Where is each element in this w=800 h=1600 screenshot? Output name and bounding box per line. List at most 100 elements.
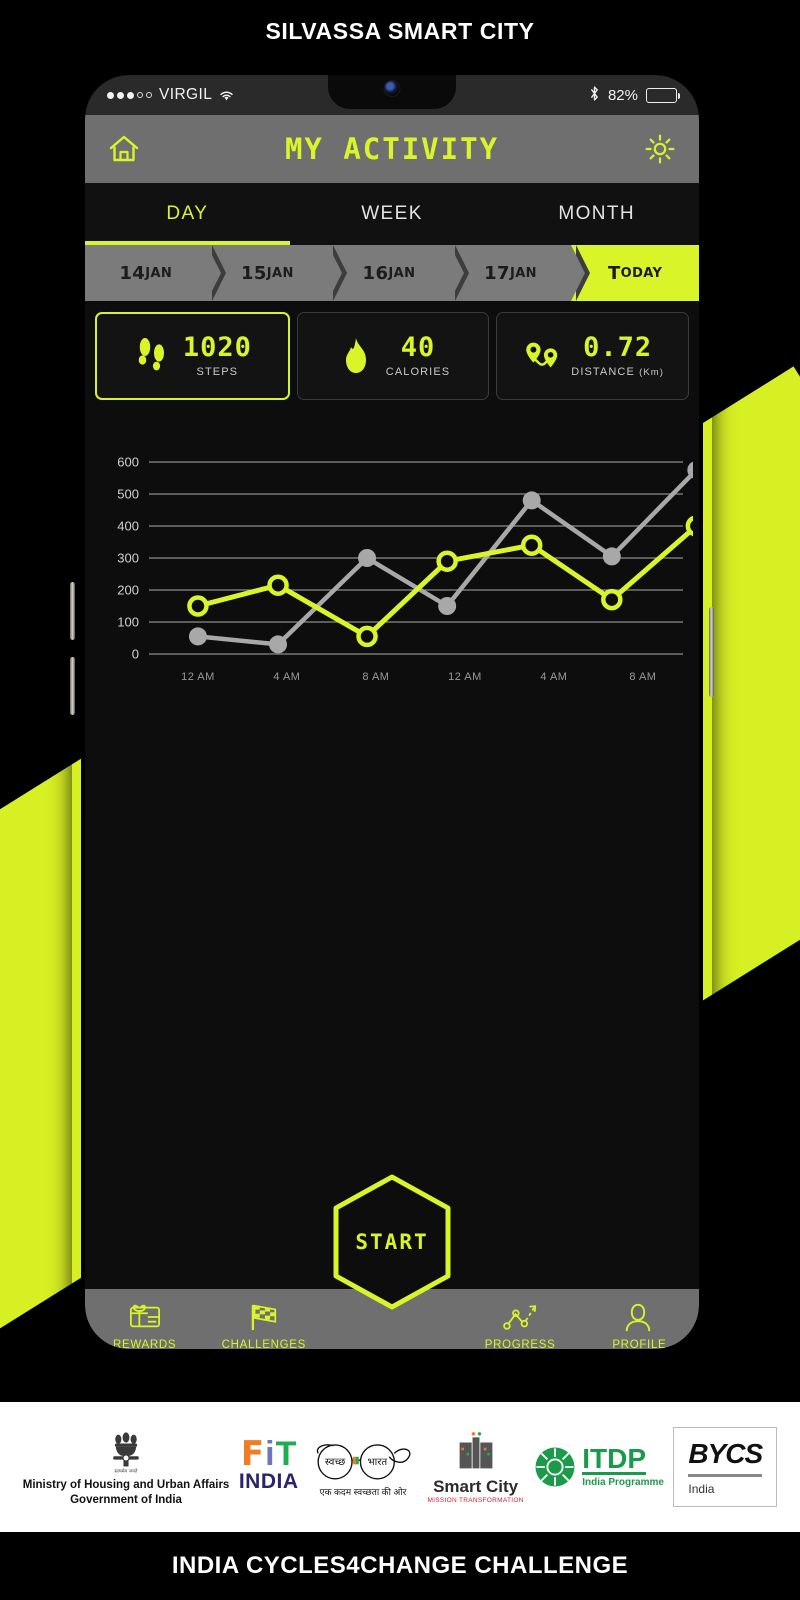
y-axis-tick: 500: [117, 487, 139, 502]
carrier-label: VIRGIL: [159, 86, 213, 103]
data-point-steps-yellow: [356, 625, 378, 648]
itdp-mark-icon: [535, 1447, 575, 1487]
tab-day[interactable]: DAY: [85, 183, 290, 245]
date-chip-today[interactable]: Today: [571, 245, 699, 301]
fit-india-logo: F i T INDIA: [238, 1435, 299, 1494]
bycs-logo: BYCS India: [673, 1427, 778, 1507]
y-axis-tick: 300: [117, 551, 139, 566]
stat-card-calories[interactable]: 40 CALORIES: [296, 312, 490, 400]
wifi-icon: [219, 89, 234, 101]
date-chip-num: 14: [119, 262, 146, 284]
smart-city-name: Smart City: [433, 1477, 519, 1496]
data-point-steps-gray: [522, 491, 541, 510]
swachh-bharat-logo: स्वच्छ भारत एक कदम स्वच्छता की ओर: [308, 1437, 418, 1498]
top-banner: SILVASSA SMART CITY: [0, 0, 800, 62]
volume-down-button[interactable]: [70, 657, 75, 715]
battery-icon: [646, 87, 680, 103]
smart-city-mark-icon: [459, 1432, 492, 1469]
app-header: MY ACTIVITY: [85, 115, 699, 183]
date-strip: 14 Jan 15 Jan 16 Jan 17 Jan Today: [85, 245, 699, 301]
bycs-main: BYCS: [688, 1438, 763, 1469]
y-axis-tick: 600: [117, 455, 139, 470]
app-body: 1020 STEPS 40 CALORIES 0.72 DISTANCE (Km…: [85, 301, 699, 1349]
nav-label-profile: PROFILE: [612, 1339, 667, 1349]
stat-label-distance-text: DISTANCE: [571, 366, 635, 378]
person-icon: [621, 1301, 657, 1335]
phone-screen: VIRGIL 82% MY ACTIVITY DAY WEEK MONTH 14…: [85, 75, 699, 1349]
power-button[interactable]: [709, 607, 714, 697]
data-point-steps-gray: [438, 597, 457, 615]
x-axis-tick: 4 AM: [273, 671, 300, 683]
stat-label-calories: CALORIES: [385, 366, 451, 378]
x-axis-tick: 4 AM: [540, 671, 567, 683]
y-axis-tick: 200: [117, 583, 139, 598]
phone-frame: VIRGIL 82% MY ACTIVITY DAY WEEK MONTH 14…: [70, 62, 714, 1362]
status-bar: VIRGIL 82%: [85, 75, 699, 115]
gift-card-icon: [127, 1301, 163, 1335]
fit-india-text: INDIA: [238, 1469, 299, 1493]
date-chip-14jan[interactable]: 14 Jan: [85, 245, 226, 301]
swachh-tagline: एक कदम स्वच्छता की ओर: [319, 1486, 407, 1497]
fit-t: T: [275, 1435, 297, 1474]
smart-city-logo: Smart City MISSION TRANSFORMATION: [427, 1430, 523, 1504]
stat-card-distance[interactable]: 0.72 DISTANCE (Km): [496, 312, 690, 400]
data-point-steps-yellow: [187, 595, 209, 617]
page-root: SILVASSA SMART CITY VIRGIL 82% MY ACTIVI…: [0, 0, 800, 1600]
home-icon[interactable]: [107, 132, 141, 166]
y-axis-tick: 400: [117, 519, 139, 534]
activity-chart: 0 100 200 300 400 500 600 12 AM 4 AM 8 AM 12 AM 4 A…: [85, 400, 699, 698]
date-chip-mon: Jan: [388, 265, 416, 281]
page-title: MY ACTIVITY: [284, 132, 500, 166]
nav-item-rewards[interactable]: REWARDS: [85, 1301, 204, 1349]
stat-label-distance-unit: (Km): [639, 367, 665, 378]
x-axis-tick: 8 AM: [629, 671, 656, 683]
nav-item-profile[interactable]: PROFILE: [580, 1301, 699, 1349]
gear-icon[interactable]: [643, 132, 677, 166]
bottom-banner-title: INDIA CYCLES4CHANGE CHALLENGE: [171, 1552, 629, 1579]
stat-label-steps: STEPS: [196, 366, 239, 378]
y-axis-tick: 0: [132, 647, 139, 662]
itdp-sub: India Programme: [582, 1476, 664, 1488]
battery-percent-label: 82%: [607, 86, 638, 104]
data-point-steps-yellow: [601, 588, 623, 611]
stat-card-steps[interactable]: 1020 STEPS: [95, 312, 290, 400]
date-chip-num: 17: [484, 262, 510, 284]
period-tabs: DAY WEEK MONTH: [85, 183, 699, 245]
volume-up-button[interactable]: [70, 582, 75, 640]
start-button-label: START: [355, 1230, 429, 1254]
map-pins-icon: [521, 334, 561, 378]
activity-chart-svg[interactable]: 0 100 200 300 400 500 600 12 AM 4 AM 8 AM 12 AM 4 A…: [93, 448, 693, 698]
ministry-logo: सत्यमेव जयते Ministry of Housing and Urb…: [23, 1427, 229, 1508]
nav-item-challenges[interactable]: CHALLENGES: [204, 1301, 323, 1349]
x-axis-tick: 12 AM: [448, 671, 482, 683]
stat-value-calories: 40: [400, 332, 436, 363]
bottom-banner: INDIA CYCLES4CHANGE CHALLENGE: [0, 1532, 800, 1600]
tab-week-label: WEEK: [361, 203, 423, 224]
footer-logos: सत्यमेव जयते Ministry of Housing and Urb…: [0, 1402, 800, 1532]
flame-icon: [336, 334, 376, 378]
svg-text:स्वच्छ: स्वच्छ: [325, 1457, 346, 1468]
date-chip-mon: Jan: [145, 265, 173, 281]
front-camera-icon: [383, 80, 401, 97]
data-point-steps-gray: [188, 627, 207, 646]
nav-item-progress[interactable]: PROGRESS: [461, 1301, 580, 1349]
itdp-logo: ITDP India Programme: [533, 1445, 664, 1489]
start-button[interactable]: START: [330, 1173, 454, 1311]
data-point-steps-gray: [602, 547, 621, 566]
tab-week[interactable]: WEEK: [290, 183, 495, 245]
svg-text:सत्यमेव जयते: सत्यमेव जयते: [115, 1467, 138, 1474]
tab-day-label: DAY: [166, 203, 209, 224]
fit-i: i: [265, 1435, 275, 1474]
emblem-icon: सत्यमेव जयते: [113, 1432, 139, 1474]
data-point-steps-gray: [358, 549, 377, 567]
phone-bezel: VIRGIL 82% MY ACTIVITY DAY WEEK MONTH 14…: [81, 71, 703, 1353]
date-chip-num: 15: [240, 262, 267, 284]
itdp-main: ITDP: [582, 1443, 646, 1475]
stat-label-distance: DISTANCE (Km): [571, 366, 664, 378]
nav-label-rewards: REWARDS: [112, 1339, 177, 1349]
date-chip-mon: Jan: [509, 265, 537, 281]
date-chip-mon: oday: [620, 265, 663, 281]
progress-chart-icon: [502, 1301, 538, 1335]
svg-text:भारत: भारत: [368, 1457, 388, 1468]
tab-month[interactable]: MONTH: [494, 183, 699, 245]
